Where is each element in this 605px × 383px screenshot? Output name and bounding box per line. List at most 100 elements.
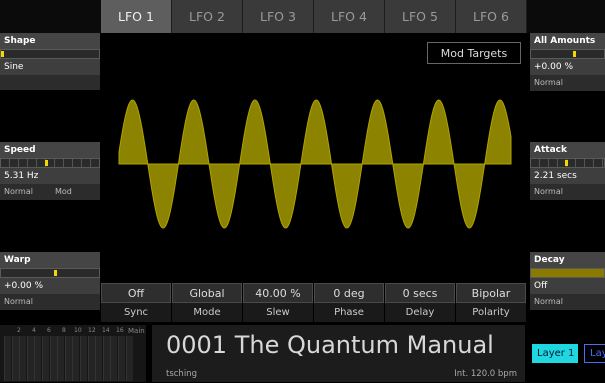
mixer-channel-strip[interactable] — [49, 336, 57, 381]
mixer-channel-strip[interactable] — [72, 336, 80, 381]
mixer-label-main: Main — [128, 327, 145, 335]
all-amounts-title: All Amounts — [530, 33, 605, 49]
tempo-readout[interactable]: Int. 120.0 bpm — [454, 369, 517, 379]
tab-lfo-2[interactable]: LFO 2 — [172, 0, 243, 33]
lfo-waveform — [118, 99, 512, 229]
mixer-channel-strip[interactable] — [110, 336, 118, 381]
mixer-channel-strip[interactable] — [95, 336, 103, 381]
all-amounts-mode: Normal — [534, 78, 563, 87]
delay-value: 0 secs — [385, 283, 455, 303]
lfo-waveform-display: Mod Targets — [101, 33, 529, 282]
attack-control[interactable]: Attack 2.21 secs Normal — [530, 142, 605, 200]
attack-slider[interactable] — [530, 158, 605, 168]
mod-targets-button[interactable]: Mod Targets — [427, 42, 521, 64]
shape-value: Sine — [0, 59, 100, 75]
warp-control[interactable]: Warp +0.00 % Normal — [0, 252, 100, 310]
tab-lfo-5[interactable]: LFO 5 — [385, 0, 456, 33]
mixer-channel-strip[interactable] — [57, 336, 65, 381]
attack-title: Attack — [530, 142, 605, 158]
patch-author: tsching — [166, 369, 197, 379]
slew-label: Slew — [243, 303, 313, 322]
shape-slider[interactable] — [0, 49, 100, 59]
speed-value: 5.31 Hz — [0, 168, 100, 184]
all-amounts-value: +0.00 % — [530, 59, 605, 75]
mixer-channel-strip[interactable] — [26, 336, 34, 381]
warp-mode: Normal — [4, 297, 33, 306]
mixer-channel-strip[interactable] — [11, 336, 19, 381]
tab-lfo-4[interactable]: LFO 4 — [314, 0, 385, 33]
slew-value: 40.00 % — [243, 283, 313, 303]
mixer-channel-strip[interactable] — [87, 336, 95, 381]
mixer-channel-strip[interactable] — [80, 336, 87, 381]
warp-value: +0.00 % — [0, 278, 100, 294]
sync-label: Sync — [101, 303, 171, 322]
sync-param[interactable]: Off Sync — [101, 283, 171, 322]
attack-mode: Normal — [534, 187, 563, 196]
tab-lfo-1[interactable]: LFO 1 — [101, 0, 172, 33]
decay-mode: Normal — [534, 297, 563, 306]
warp-mode-row: Normal — [0, 294, 100, 310]
lfo-parameter-row: Off Sync Global Mode 40.00 % Slew 0 deg … — [101, 283, 529, 322]
speed-mod-label[interactable]: Mod — [55, 187, 72, 200]
mixer-label-4: 4 — [32, 327, 36, 334]
mixer-channel-strip[interactable] — [64, 336, 72, 381]
phase-value: 0 deg — [314, 283, 384, 303]
mixer-overview[interactable]: 2 4 6 8 10 12 14 16 Main — [0, 325, 146, 382]
decay-title: Decay — [530, 252, 605, 268]
delay-param[interactable]: 0 secs Delay — [385, 283, 455, 322]
mixer-label-12: 12 — [88, 327, 96, 334]
bottom-bar: 2 4 6 8 10 12 14 16 Main 0001 The Quantu… — [0, 324, 605, 383]
speed-title: Speed — [0, 142, 100, 158]
mixer-label-8: 8 — [62, 327, 66, 334]
all-amounts-control[interactable]: All Amounts +0.00 % Normal — [530, 33, 605, 91]
polarity-param[interactable]: Bipolar Polarity — [456, 283, 526, 322]
decay-mode-row: Normal — [530, 294, 605, 310]
sync-value: Off — [101, 283, 171, 303]
speed-mode-row: Normal Mod — [0, 184, 100, 200]
mixer-label-16: 16 — [116, 327, 124, 334]
mixer-channel-strip[interactable] — [125, 336, 133, 381]
mixer-channel-strip[interactable] — [42, 336, 49, 381]
mixer-channel-strip[interactable] — [118, 336, 125, 381]
tab-lfo-6[interactable]: LFO 6 — [456, 0, 527, 33]
speed-control[interactable]: Speed 5.31 Hz Normal Mod — [0, 142, 100, 200]
polarity-value: Bipolar — [456, 283, 526, 303]
attack-mode-row: Normal — [530, 184, 605, 200]
tab-lfo-3[interactable]: LFO 3 — [243, 0, 314, 33]
mixer-label-2: 2 — [17, 327, 21, 334]
mixer-label-10: 10 — [74, 327, 82, 334]
warp-title: Warp — [0, 252, 100, 268]
layer-2-button[interactable]: Layer 2 — [584, 344, 605, 363]
patch-name[interactable]: 0001 The Quantum Manual — [166, 331, 494, 359]
warp-slider[interactable] — [0, 268, 100, 278]
mixer-channel-strip[interactable] — [19, 336, 27, 381]
lfo-tab-bar: LFO 1 LFO 2 LFO 3 LFO 4 LFO 5 LFO 6 — [0, 0, 605, 33]
polarity-label: Polarity — [456, 303, 526, 322]
speed-slider[interactable] — [0, 158, 100, 168]
shape-title: Shape — [0, 33, 100, 49]
mode-param[interactable]: Global Mode — [172, 283, 242, 322]
mixer-channel-strip[interactable] — [102, 336, 110, 381]
phase-label: Phase — [314, 303, 384, 322]
slew-param[interactable]: 40.00 % Slew — [243, 283, 313, 322]
mixer-channel-strip[interactable] — [34, 336, 42, 381]
shape-control[interactable]: Shape Sine — [0, 33, 100, 90]
layer-1-button[interactable]: Layer 1 — [532, 344, 578, 363]
decay-value: Off — [530, 278, 605, 294]
phase-param[interactable]: 0 deg Phase — [314, 283, 384, 322]
mode-value: Global — [172, 283, 242, 303]
delay-label: Delay — [385, 303, 455, 322]
right-parameter-panel: All Amounts +0.00 % Normal Attack 2.21 s… — [530, 33, 605, 322]
all-amounts-slider[interactable] — [530, 49, 605, 59]
all-amounts-mode-row: Normal — [530, 75, 605, 91]
decay-slider[interactable] — [530, 268, 605, 278]
mode-label: Mode — [172, 303, 242, 322]
shape-blank — [0, 75, 100, 90]
mixer-channel-strip[interactable] — [4, 336, 11, 381]
attack-value: 2.21 secs — [530, 168, 605, 184]
speed-mode: Normal — [4, 187, 33, 196]
mixer-label-6: 6 — [47, 327, 51, 334]
left-parameter-panel: Shape Sine Speed 5.31 Hz Normal Mod Warp… — [0, 33, 100, 322]
decay-control[interactable]: Decay Off Normal — [530, 252, 605, 310]
patch-display[interactable]: 0001 The Quantum Manual tsching Int. 120… — [152, 325, 525, 382]
